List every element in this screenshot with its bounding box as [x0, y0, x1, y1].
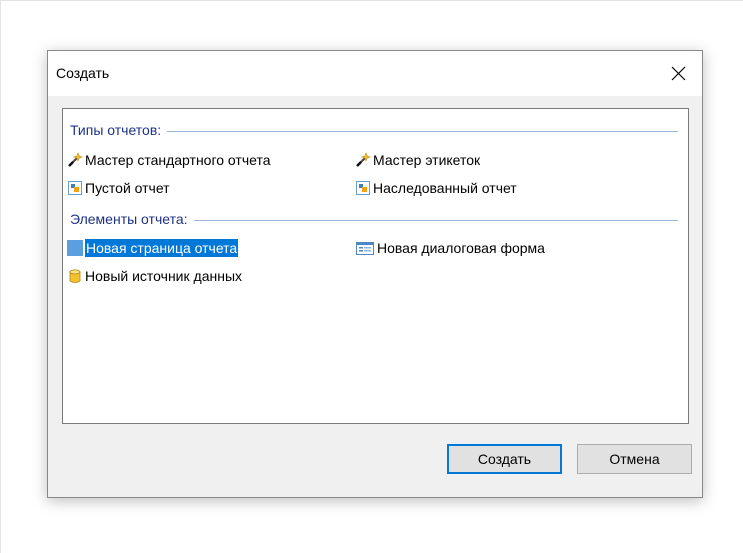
page-icon [67, 239, 85, 258]
title-bar[interactable]: Создать [48, 51, 702, 96]
cancel-button[interactable]: Отмена [577, 444, 692, 474]
report-icon [355, 180, 371, 196]
group-divider [167, 130, 678, 132]
create-dialog: Создать Типы отчетов: Мастер стандартног… [47, 50, 703, 498]
list-item-blank-report[interactable]: Пустой отчет [67, 178, 170, 198]
group-header-report-types: Типы отчетов: [70, 121, 678, 139]
dialog-title: Создать [56, 65, 110, 81]
magic-wand-icon [355, 152, 371, 168]
list-item-new-dialog-form[interactable]: Новая диалоговая форма [355, 238, 545, 258]
item-label: Новая диалоговая форма [377, 240, 545, 256]
item-label: Пустой отчет [85, 180, 170, 196]
item-label: Мастер этикеток [373, 152, 481, 168]
magic-wand-icon [67, 152, 83, 168]
group-header-report-elements: Элементы отчета: [70, 210, 678, 228]
group-label: Элементы отчета: [70, 211, 188, 227]
template-list[interactable]: Типы отчетов: Мастер стандартного отчета [62, 108, 689, 424]
close-button[interactable] [656, 51, 702, 96]
item-label: Новый источник данных [85, 268, 243, 284]
list-item-new-data-source[interactable]: Новый источник данных [67, 266, 242, 286]
list-item-label-wizard[interactable]: Мастер этикеток [355, 150, 480, 170]
group-divider [193, 219, 678, 221]
item-label: Новая страница отчета [85, 239, 239, 257]
list-item-inherited-report[interactable]: Наследованный отчет [355, 178, 517, 198]
list-item-standard-report-wizard[interactable]: Мастер стандартного отчета [67, 150, 270, 170]
item-label: Наследованный отчет [373, 180, 517, 196]
database-icon [67, 268, 83, 284]
list-item-new-report-page[interactable]: Новая страница отчета [67, 238, 239, 258]
dialog-form-icon [355, 240, 375, 256]
create-button[interactable]: Создать [447, 444, 562, 474]
item-label: Мастер стандартного отчета [85, 152, 271, 168]
close-icon [671, 66, 686, 81]
report-icon [67, 180, 83, 196]
group-label: Типы отчетов: [70, 122, 162, 138]
